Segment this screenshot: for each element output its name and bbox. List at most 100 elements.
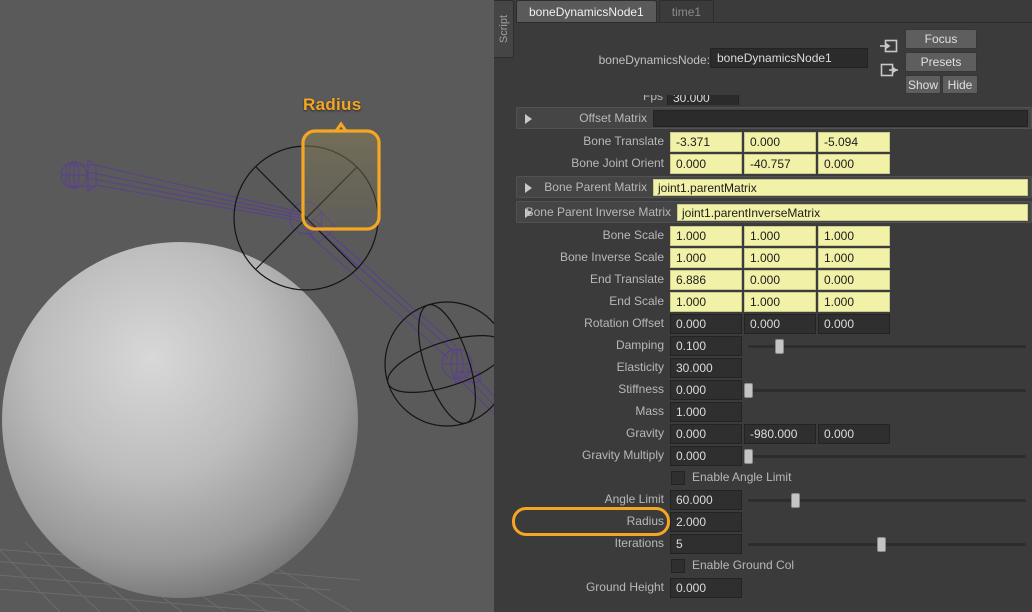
slider-track: [748, 455, 1026, 458]
attr-label: Stiffness: [516, 382, 664, 396]
attr-value-field-3[interactable]: 1.000: [818, 292, 890, 312]
attr-slider-iterations[interactable]: [748, 534, 1026, 554]
attr-fields: 0.000: [670, 578, 1028, 598]
attr-value-field-1[interactable]: 6.886: [670, 270, 742, 290]
attr-fields: 60.000: [670, 490, 1028, 510]
tab-bonedynamicsnode1[interactable]: boneDynamicsNode1: [516, 0, 657, 22]
node-name-input[interactable]: boneDynamicsNode1: [710, 48, 868, 68]
attr-value-field-1[interactable]: 1.000: [670, 292, 742, 312]
viewport-scene: [0, 0, 494, 612]
slider-handle[interactable]: [791, 493, 800, 508]
attr-slider-damping[interactable]: [748, 336, 1026, 356]
attr-value-field-2[interactable]: 0.000: [744, 314, 816, 334]
attr-label: Angle Limit: [516, 492, 664, 506]
node-name-value: boneDynamicsNode1: [717, 51, 832, 65]
attr-fields: 0.000-980.0000.000: [670, 424, 1028, 444]
attr-slider-stiffness[interactable]: [748, 380, 1026, 400]
focus-button-label: Focus: [925, 32, 958, 46]
slider-handle[interactable]: [744, 449, 753, 464]
radius-callout-shape: [303, 124, 379, 229]
attr-value-field-2[interactable]: 0.000: [744, 270, 816, 290]
attr-value-field-2[interactable]: 1.000: [744, 292, 816, 312]
node-name-label: boneDynamicsNode:: [599, 53, 710, 67]
arrow-into-box-icon[interactable]: [878, 37, 900, 55]
attr-value-field-3[interactable]: 0.000: [818, 270, 890, 290]
show-button[interactable]: Show: [905, 75, 941, 94]
hide-button-label: Hide: [948, 78, 973, 92]
attr-value-field[interactable]: 0.100: [670, 336, 742, 356]
attr-value-field[interactable]: joint1.parentMatrix: [653, 179, 1028, 196]
attr-value-field-3[interactable]: 0.000: [818, 154, 890, 174]
radius-annotation-label: Radius: [303, 95, 361, 115]
attr-row-mass: Mass 1.000: [516, 402, 1032, 423]
attr-value-field[interactable]: 60.000: [670, 490, 742, 510]
slider-track: [748, 499, 1026, 502]
slider-track: [748, 389, 1026, 392]
script-side-tab[interactable]: Script: [494, 0, 514, 58]
attr-label: Elasticity: [516, 360, 664, 374]
attr-value-field-3[interactable]: -5.094: [818, 132, 890, 152]
attr-value-field[interactable]: 5: [670, 534, 742, 554]
attr-label: Ground Height: [516, 580, 664, 594]
attr-fields: 0.0000.0000.000: [670, 314, 1028, 334]
maya-viewport[interactable]: Radius: [0, 0, 494, 612]
attr-value-field[interactable]: 0.000: [670, 446, 742, 466]
attr-value-field[interactable]: 30.000: [670, 358, 742, 378]
attr-value-field-3[interactable]: 0.000: [818, 314, 890, 334]
attr-label: Bone Scale: [516, 228, 664, 242]
attr-value-field-1[interactable]: 0.000: [670, 314, 742, 334]
attr-row-rotation-offset: Rotation Offset0.0000.0000.000: [516, 314, 1032, 335]
arrow-outof-box-icon[interactable]: [878, 61, 900, 79]
attr-value-field-2[interactable]: -980.000: [744, 424, 816, 444]
attr-value-field[interactable]: 2.000: [670, 512, 742, 532]
tab-time1[interactable]: time1: [659, 0, 714, 22]
attr-value-field[interactable]: 0.000: [670, 380, 742, 400]
attr-row-radius: Radius2.000: [516, 512, 1032, 533]
focus-button[interactable]: Focus: [905, 29, 977, 49]
attr-row-bone-joint-orient: Bone Joint Orient0.000-40.7570.000: [516, 154, 1032, 175]
attr-slider-gravity-multiply[interactable]: [748, 446, 1026, 466]
attr-value-field-3[interactable]: 1.000: [818, 226, 890, 246]
clipped-fps-row: Fps 30.000: [516, 95, 1032, 105]
attr-value-field-1[interactable]: 1.000: [670, 226, 742, 246]
attr-label: Iterations: [516, 536, 664, 550]
attr-value-field[interactable]: [653, 110, 1028, 127]
attr-value-field-2[interactable]: -40.757: [744, 154, 816, 174]
checkbox-enable-angle-limit[interactable]: [671, 471, 685, 485]
attribute-editor-panel: Script boneDynamicsNode1 time1 boneDynam…: [494, 0, 1032, 612]
attr-fields: 0.000-40.7570.000: [670, 154, 1028, 174]
attr-slider-angle-limit[interactable]: [748, 490, 1026, 510]
slider-handle[interactable]: [775, 339, 784, 354]
attr-label: Bone Inverse Scale: [516, 250, 664, 264]
attr-value-field[interactable]: 0.000: [670, 578, 742, 598]
attr-value-field-2[interactable]: 1.000: [744, 226, 816, 246]
presets-button-label: Presets: [921, 55, 962, 69]
attr-fields: 2.000: [670, 512, 1028, 532]
attr-value-field-1[interactable]: 0.000: [670, 424, 742, 444]
attr-value-field-1[interactable]: 1.000: [670, 248, 742, 268]
attr-row-gravity: Gravity0.000-980.0000.000: [516, 424, 1032, 445]
slider-handle[interactable]: [877, 537, 886, 552]
attr-row-bone-inverse-scale: Bone Inverse Scale1.0001.0001.000: [516, 248, 1032, 269]
attr-value-field-3[interactable]: 1.000: [818, 248, 890, 268]
attr-row-gravity-multiply: Gravity Multiply 0.000: [516, 446, 1032, 467]
clipped-row-value[interactable]: 30.000: [667, 95, 739, 105]
attr-fields: 1.0001.0001.000: [670, 248, 1028, 268]
show-button-label: Show: [908, 78, 938, 92]
attr-label: Gravity Multiply: [516, 448, 664, 462]
attr-value-field[interactable]: 1.000: [670, 402, 742, 422]
attr-value-field-3[interactable]: 0.000: [818, 424, 890, 444]
attr-value-field[interactable]: joint1.parentInverseMatrix: [677, 204, 1028, 221]
slider-handle[interactable]: [744, 383, 753, 398]
clipped-row-label: Fps: [643, 95, 663, 103]
attr-value-field-1[interactable]: -3.371: [670, 132, 742, 152]
presets-button[interactable]: Presets: [905, 52, 977, 72]
attr-value-field-2[interactable]: 1.000: [744, 248, 816, 268]
hide-button[interactable]: Hide: [942, 75, 978, 94]
attr-value-field-1[interactable]: 0.000: [670, 154, 742, 174]
attr-value-field-2[interactable]: 0.000: [744, 132, 816, 152]
attr-row-end-scale: End Scale1.0001.0001.000: [516, 292, 1032, 313]
slider-track: [748, 543, 1026, 546]
attr-label: Mass: [516, 404, 664, 418]
checkbox-enable-ground-col[interactable]: [671, 559, 685, 573]
